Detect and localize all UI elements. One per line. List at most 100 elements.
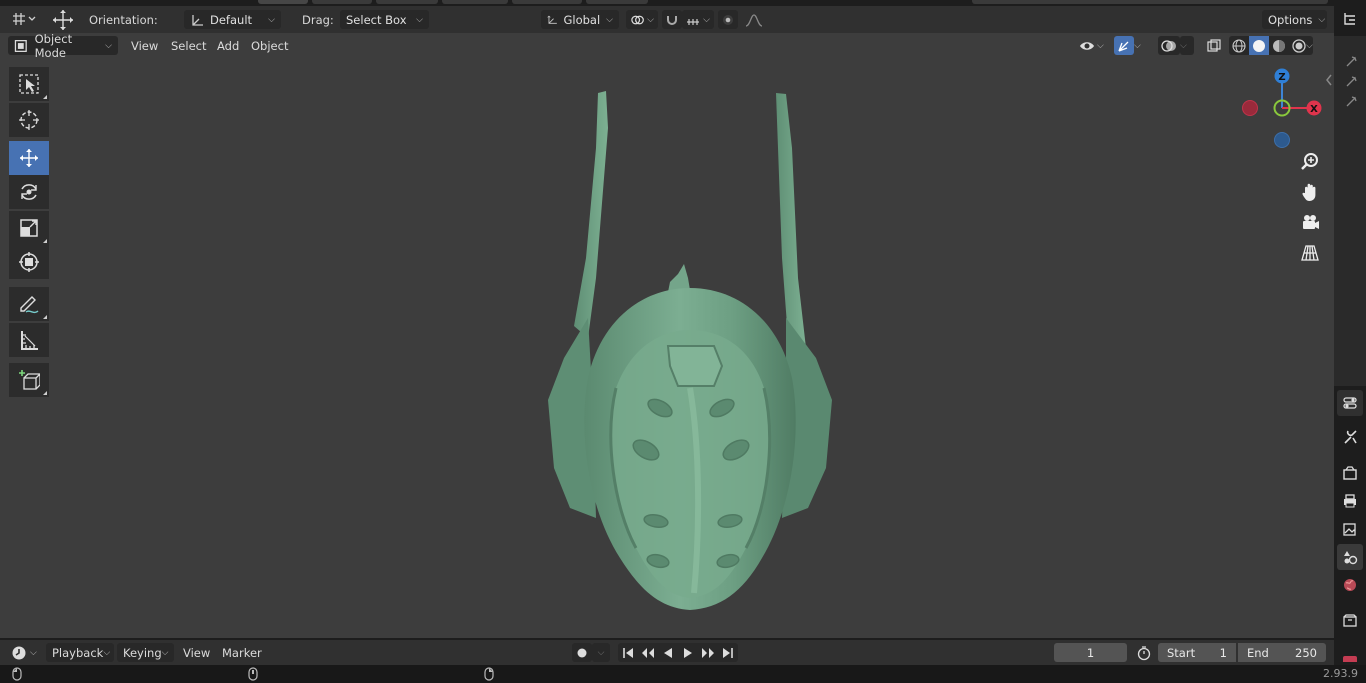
gizmo-toggle[interactable] xyxy=(1114,36,1134,55)
scale-icon xyxy=(20,219,38,237)
start-frame-field[interactable]: Start 1 xyxy=(1158,643,1236,662)
shading-dropdown[interactable]: ⌵ xyxy=(1306,36,1322,55)
menu-select[interactable]: Select xyxy=(165,36,212,55)
jump-to-keyframe-back-button[interactable] xyxy=(638,647,658,659)
tool-variants-indicator xyxy=(43,315,47,319)
output-properties-tab[interactable] xyxy=(1337,488,1363,514)
tool-properties-tab[interactable] xyxy=(1337,424,1363,450)
options-dropdown[interactable]: Options ⌵ xyxy=(1262,10,1327,29)
scale-tool[interactable] xyxy=(9,211,49,245)
add-cube-tool[interactable] xyxy=(9,363,49,397)
play-button[interactable] xyxy=(678,647,698,659)
render-properties-tab[interactable] xyxy=(1337,460,1363,486)
menu-view[interactable]: View xyxy=(125,36,164,55)
3d-viewport[interactable]: Object Mode ⌵ View Select Add Object ⌵ ⌵ xyxy=(0,32,1334,638)
menu-object[interactable]: Object xyxy=(245,36,294,55)
workspace-tab[interactable] xyxy=(442,0,508,4)
play-reverse-button[interactable] xyxy=(658,647,678,659)
chevron-down-icon: ⌵ xyxy=(1097,40,1104,51)
marker-menu[interactable]: Marker xyxy=(216,643,268,662)
xray-toggle[interactable] xyxy=(1204,36,1224,55)
solid-shading-button[interactable] xyxy=(1249,36,1269,55)
use-preview-range-toggle[interactable] xyxy=(1135,644,1153,662)
add-cube-icon xyxy=(19,370,40,390)
move-tool-indicator xyxy=(50,9,76,30)
end-frame-field[interactable]: End 250 xyxy=(1238,643,1326,662)
pivot-point-dropdown[interactable]: ⌵ xyxy=(626,10,658,29)
viewport-header: Object Mode ⌵ View Select Add Object ⌵ ⌵ xyxy=(0,32,1334,60)
selectability-visibility-dropdown[interactable]: ⌵ xyxy=(1076,36,1110,55)
chevron-down-icon: ⌵ xyxy=(606,14,613,25)
drag-dropdown[interactable]: Select Box ⌵ xyxy=(340,10,429,29)
pan-view-button[interactable] xyxy=(1297,179,1323,205)
proportional-falloff-dropdown[interactable] xyxy=(740,10,768,29)
record-icon xyxy=(577,648,587,657)
select-box-tool[interactable] xyxy=(9,67,49,101)
perspective-toggle-button[interactable] xyxy=(1297,240,1323,266)
auto-keying-dropdown[interactable]: ⌵ xyxy=(592,643,610,662)
negative-x-axis-handle[interactable] xyxy=(1242,100,1258,116)
forehead-plate xyxy=(666,345,724,387)
gizmo-dropdown[interactable]: ⌵ xyxy=(1134,36,1146,55)
falloff-curve-icon xyxy=(745,13,763,27)
jump-to-keyframe-forward-button[interactable] xyxy=(698,647,718,659)
move-arrows-icon xyxy=(20,149,38,167)
wireframe-sphere-icon xyxy=(1232,38,1246,53)
move-tool[interactable] xyxy=(9,141,49,175)
navigation-gizmo[interactable]: Z X xyxy=(1232,65,1332,150)
camera-view-button[interactable] xyxy=(1297,210,1323,236)
outliner-filter-button[interactable] xyxy=(1337,6,1363,32)
orientation-label: Orientation: xyxy=(89,12,158,27)
snap-target-dropdown[interactable]: ⌵ xyxy=(682,10,714,29)
helmet-model[interactable] xyxy=(530,88,850,618)
workspace-tab-active[interactable] xyxy=(258,0,308,4)
object-properties-tab-partial[interactable] xyxy=(1343,656,1357,662)
pivot-point-icon xyxy=(631,15,644,24)
proportional-editing-toggle[interactable] xyxy=(718,10,738,29)
wireframe-shading-button[interactable] xyxy=(1229,36,1249,55)
stopwatch-icon xyxy=(1137,646,1151,661)
scene-icon xyxy=(1344,551,1358,565)
world-properties-tab[interactable] xyxy=(1337,572,1363,598)
cursor-tool[interactable] xyxy=(9,103,49,137)
zoom-icon xyxy=(1301,153,1318,170)
collection-properties-tab[interactable] xyxy=(1337,608,1363,634)
overlays-toggle[interactable] xyxy=(1158,36,1180,55)
restrict-select-icon xyxy=(1346,56,1357,67)
transform-tool[interactable] xyxy=(9,245,49,279)
negative-z-axis-handle[interactable] xyxy=(1274,132,1290,148)
current-frame-field[interactable]: 1 xyxy=(1054,643,1127,662)
material-shading-button[interactable] xyxy=(1269,36,1289,55)
annotate-tool[interactable] xyxy=(9,287,49,321)
jump-to-start-button[interactable] xyxy=(618,647,638,659)
workspace-tab[interactable] xyxy=(376,0,438,4)
rotate-tool[interactable] xyxy=(9,175,49,209)
timeline-view-menu[interactable]: View xyxy=(177,643,216,662)
sidebar-toggle-arrow[interactable] xyxy=(1324,73,1334,87)
chevron-down-icon: ⌵ xyxy=(1318,14,1326,25)
workspace-tab[interactable] xyxy=(312,0,372,4)
snap-toggle[interactable] xyxy=(662,10,682,29)
scene-properties-tab[interactable] xyxy=(1337,544,1363,570)
drag-label: Drag: xyxy=(302,12,334,27)
mode-dropdown[interactable]: Object Mode ⌵ xyxy=(8,32,118,60)
playback-controls xyxy=(618,643,738,662)
zoom-view-button[interactable] xyxy=(1297,149,1323,175)
workspace-tab[interactable] xyxy=(512,0,582,4)
orientation-dropdown[interactable]: Default ⌵ xyxy=(184,10,281,29)
editor-type-button[interactable] xyxy=(8,9,40,28)
workspace-tab[interactable] xyxy=(586,0,648,4)
keying-menu[interactable]: Keying ⌵ xyxy=(117,643,174,662)
overlays-icon xyxy=(1161,39,1176,52)
auto-keying-toggle[interactable] xyxy=(572,643,592,662)
timeline-editor-type-button[interactable]: ⌵ xyxy=(8,643,40,662)
menu-add[interactable]: Add xyxy=(211,36,245,55)
transform-orientation-dropdown[interactable]: Global ⌵ xyxy=(541,10,619,29)
jump-to-end-button[interactable] xyxy=(718,647,738,659)
playback-menu[interactable]: Playback ⌵ xyxy=(46,643,114,662)
properties-editor-type-button[interactable] xyxy=(1337,390,1363,416)
scene-selector[interactable] xyxy=(972,0,1328,4)
view-layer-properties-tab[interactable] xyxy=(1337,516,1363,542)
overlays-dropdown[interactable]: ⌵ xyxy=(1180,36,1194,55)
measure-tool[interactable] xyxy=(9,323,49,357)
